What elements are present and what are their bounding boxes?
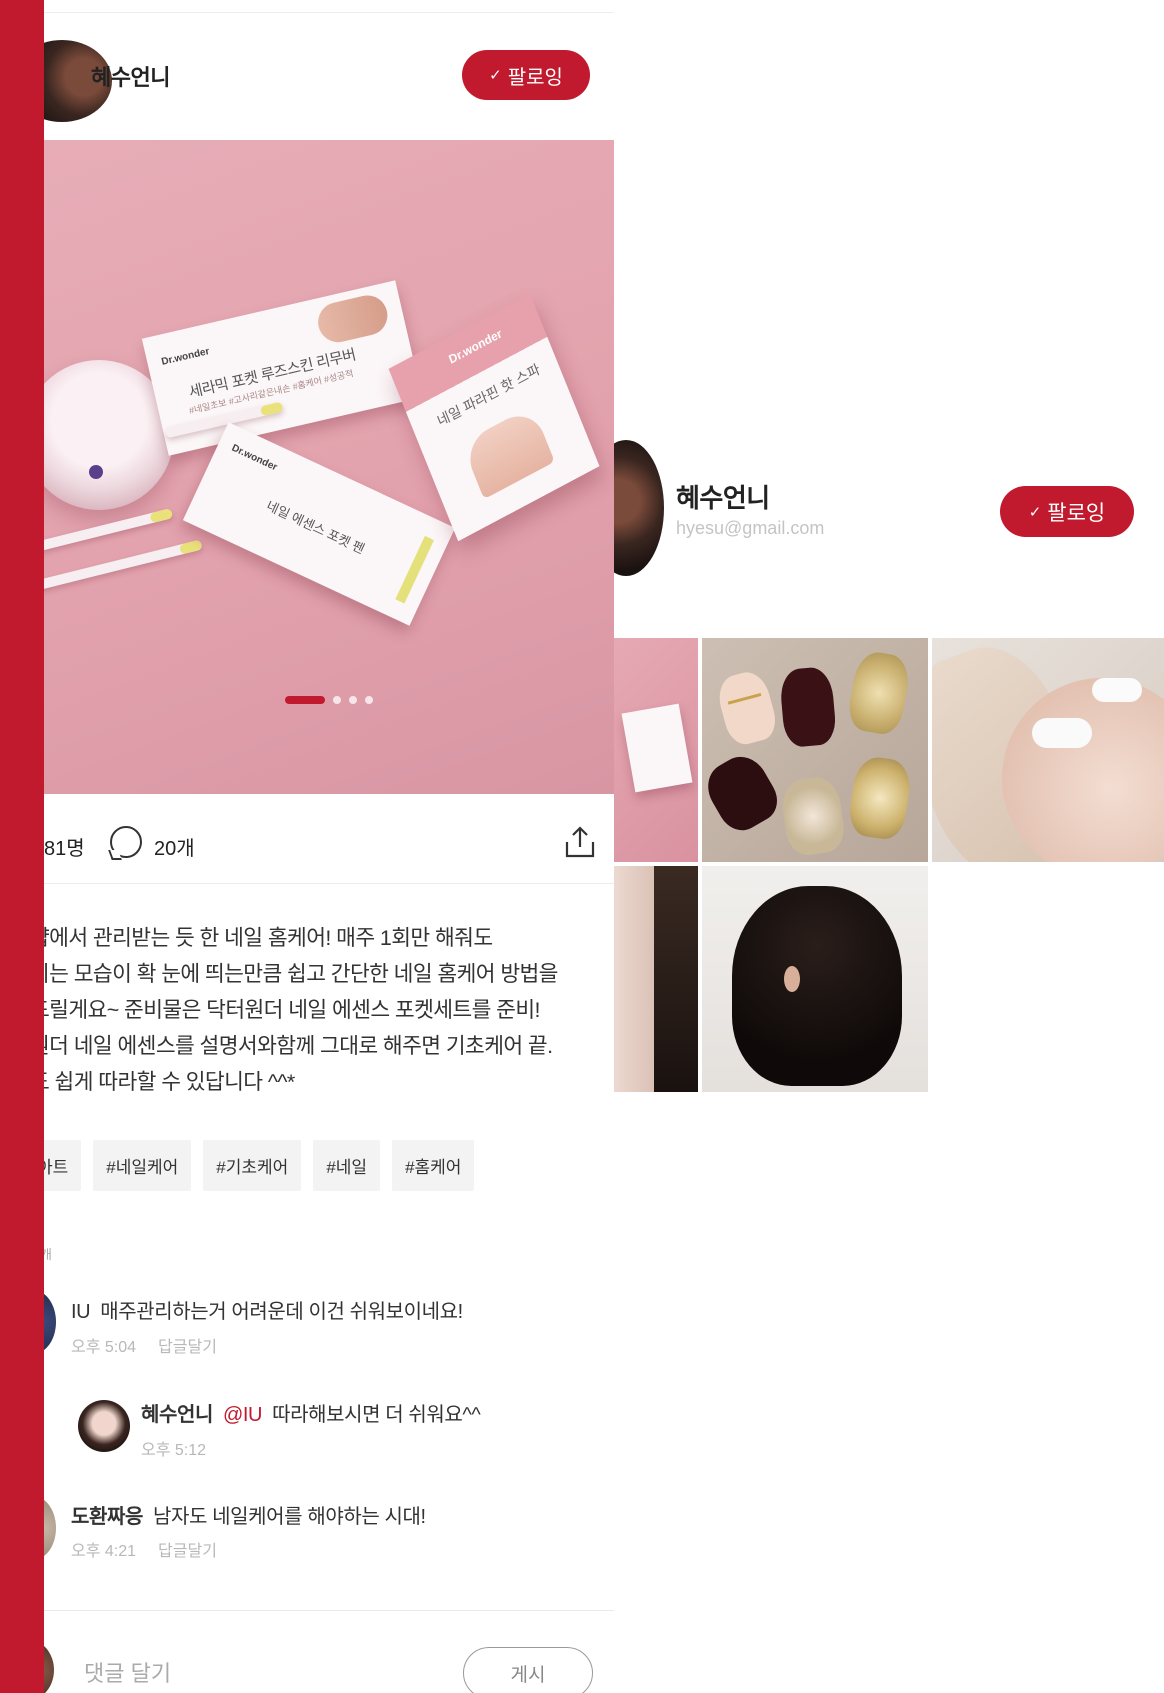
- post-action-bar: 81명 20개: [44, 820, 614, 880]
- thumb-nail: [713, 667, 781, 749]
- comment-author-avatar[interactable]: [44, 1496, 56, 1560]
- carousel-dot-active[interactable]: [285, 696, 325, 704]
- comment-item: 도환짜응 남자도 네일케어를 해야하는 시대!: [71, 1500, 426, 1529]
- comments-count-label: 개: [44, 1247, 52, 1262]
- carousel-dot[interactable]: [365, 696, 373, 704]
- post-caption: 샵에서 관리받는 듯 한 네일 홈케어! 매주 1회만 해줘도 되는 모습이 확…: [44, 920, 610, 1100]
- hashtag-chip[interactable]: 아트: [44, 1140, 82, 1191]
- box-fingers-photo: [461, 405, 555, 500]
- profile-grid-thumbnail[interactable]: [702, 638, 928, 862]
- reply-author-avatar[interactable]: [78, 1400, 130, 1452]
- carousel-indicator: [44, 696, 614, 704]
- profile-avatar[interactable]: [614, 440, 664, 576]
- thumb-nail: [845, 648, 913, 738]
- check-icon: ✓: [1028, 503, 1042, 521]
- hashtag-chip[interactable]: #기초케어: [203, 1140, 302, 1191]
- product-box-spa: Dr.wonder 네일 파라핀 핫 스파: [388, 293, 600, 542]
- comment-time: 오후 5:12: [141, 1442, 207, 1459]
- check-icon: ✓: [489, 67, 502, 84]
- card-accent-stripe: [395, 535, 434, 604]
- bowl-dot: [89, 465, 103, 479]
- profile-name: 혜수언니: [676, 483, 770, 513]
- comment-author[interactable]: IU: [71, 1301, 91, 1323]
- caption-line: 도 쉽게 따라할 수 있답니다 ^^*: [44, 1070, 295, 1094]
- thumb-product-box: [621, 703, 693, 793]
- card-brand-text: Dr.wonder: [229, 442, 279, 474]
- thumb-nail: [702, 747, 786, 839]
- pen-tip: [149, 508, 174, 524]
- comment-author[interactable]: 도환짜응: [71, 1506, 143, 1528]
- comment-input[interactable]: [82, 1655, 386, 1693]
- comment-input-divider: [44, 1610, 614, 1611]
- side-accent-strip: [0, 0, 44, 1693]
- comment-author-avatar[interactable]: [44, 1290, 56, 1354]
- comment-meta: 오후 5:04 답글달기: [71, 1333, 217, 1357]
- carousel-dot[interactable]: [333, 696, 341, 704]
- comment-item: IU 매주관리하는거 어려운데 이건 쉬워보이네요!: [71, 1295, 463, 1324]
- thumb-ear: [784, 966, 800, 992]
- comment-bubble-icon[interactable]: [110, 826, 142, 858]
- caption-line: 드릴게요~ 준비물은 닥터원더 네일 에센스 포켓세트를 준비!: [44, 998, 541, 1022]
- comment-author[interactable]: 혜수언니: [141, 1404, 213, 1426]
- box-brand-text: Dr.wonder: [446, 326, 504, 367]
- comment-mention[interactable]: @IU: [223, 1404, 263, 1426]
- top-divider: [44, 12, 614, 13]
- post-image-carousel[interactable]: Dr.wonder 세라믹 포켓 루즈스킨 리무버 #네일초보 #고사리같은내손…: [44, 140, 614, 794]
- profile-grid-thumbnail[interactable]: [614, 866, 698, 1092]
- thumb-nail: [846, 754, 914, 842]
- post-comment-button[interactable]: 게시: [463, 1647, 593, 1693]
- thumb-nail: [778, 665, 838, 749]
- reply-button[interactable]: 답글달기: [158, 1543, 217, 1560]
- thumb-nail: [778, 774, 848, 858]
- product-pen-image: [44, 539, 203, 591]
- thumb-eye-patch: [1032, 718, 1092, 748]
- thumb-eye-patch: [1092, 678, 1142, 702]
- carousel-dot[interactable]: [349, 696, 357, 704]
- profile-grid-thumbnail[interactable]: [932, 638, 1164, 862]
- reply-item: 혜수언니 @IU 따라해보시면 더 쉬워요^^: [141, 1398, 481, 1427]
- comment-text: 따라해보시면 더 쉬워요^^: [272, 1404, 481, 1426]
- hashtag-chip[interactable]: #네일케어: [93, 1140, 192, 1191]
- post-follow-label: 팔로잉: [507, 66, 563, 89]
- thumb-hair: [732, 886, 902, 1086]
- comment-count[interactable]: 20개: [154, 832, 195, 861]
- comment-time: 오후 4:21: [71, 1543, 137, 1560]
- thumb-hair: [654, 866, 698, 1092]
- nail-gold-line: [727, 692, 762, 705]
- reply-button[interactable]: 답글달기: [158, 1339, 217, 1356]
- like-count[interactable]: 81명: [44, 832, 85, 861]
- profile-grid-thumbnail[interactable]: [702, 866, 928, 1092]
- pen-tip: [178, 539, 203, 555]
- card-brand-text: Dr.wonder: [160, 346, 211, 368]
- post-author-name[interactable]: 혜수언니: [91, 60, 170, 92]
- profile-email: hyesu@gmail.com: [676, 518, 825, 538]
- caption-line: 원더 네일 에센스를 설명서와함께 그대로 해주면 기초케어 끝.: [44, 1034, 553, 1058]
- card-title-text: 네일 에센스 포켓 펜: [264, 498, 367, 557]
- comment-meta: 오후 4:21 답글달기: [71, 1537, 217, 1561]
- profile-follow-button[interactable]: ✓ 팔로잉: [1000, 486, 1134, 537]
- hashtag-list: 아트 #네일케어 #기초케어 #네일 #홈케어: [44, 1140, 475, 1191]
- comment-time: 오후 5:04: [71, 1339, 137, 1356]
- hashtag-chip[interactable]: #홈케어: [392, 1140, 475, 1191]
- share-upload-icon[interactable]: [562, 824, 598, 860]
- card-nail-photo: [314, 291, 392, 347]
- product-card-essence: Dr.wonder 네일 에센스 포켓 펜: [182, 422, 456, 626]
- action-divider: [44, 883, 614, 884]
- caption-line: 되는 모습이 확 눈에 띄는만큼 쉽고 간단한 네일 홈케어 방법을: [44, 962, 558, 986]
- profile-panel: 혜수언니 hyesu@gmail.com ✓ 팔로잉: [614, 0, 1164, 1693]
- post-follow-button[interactable]: ✓ 팔로잉: [462, 50, 590, 100]
- comment-text: 매주관리하는거 어려운데 이건 쉬워보이네요!: [100, 1301, 463, 1323]
- comment-text: 남자도 네일케어를 해야하는 시대!: [153, 1506, 426, 1528]
- profile-grid-thumbnail[interactable]: [614, 638, 698, 862]
- profile-follow-label: 팔로잉: [1047, 501, 1106, 525]
- caption-line: 샵에서 관리받는 듯 한 네일 홈케어! 매주 1회만 해줘도: [44, 926, 493, 950]
- post-detail-panel: 혜수언니 ✓ 팔로잉 Dr.wonder 세라믹 포켓 루즈스킨 리무버 #네일…: [44, 0, 614, 1693]
- comment-meta: 오후 5:12: [141, 1436, 206, 1460]
- product-pen-image: [44, 508, 174, 552]
- hashtag-chip[interactable]: #네일: [313, 1140, 381, 1191]
- current-user-avatar: [44, 1640, 54, 1693]
